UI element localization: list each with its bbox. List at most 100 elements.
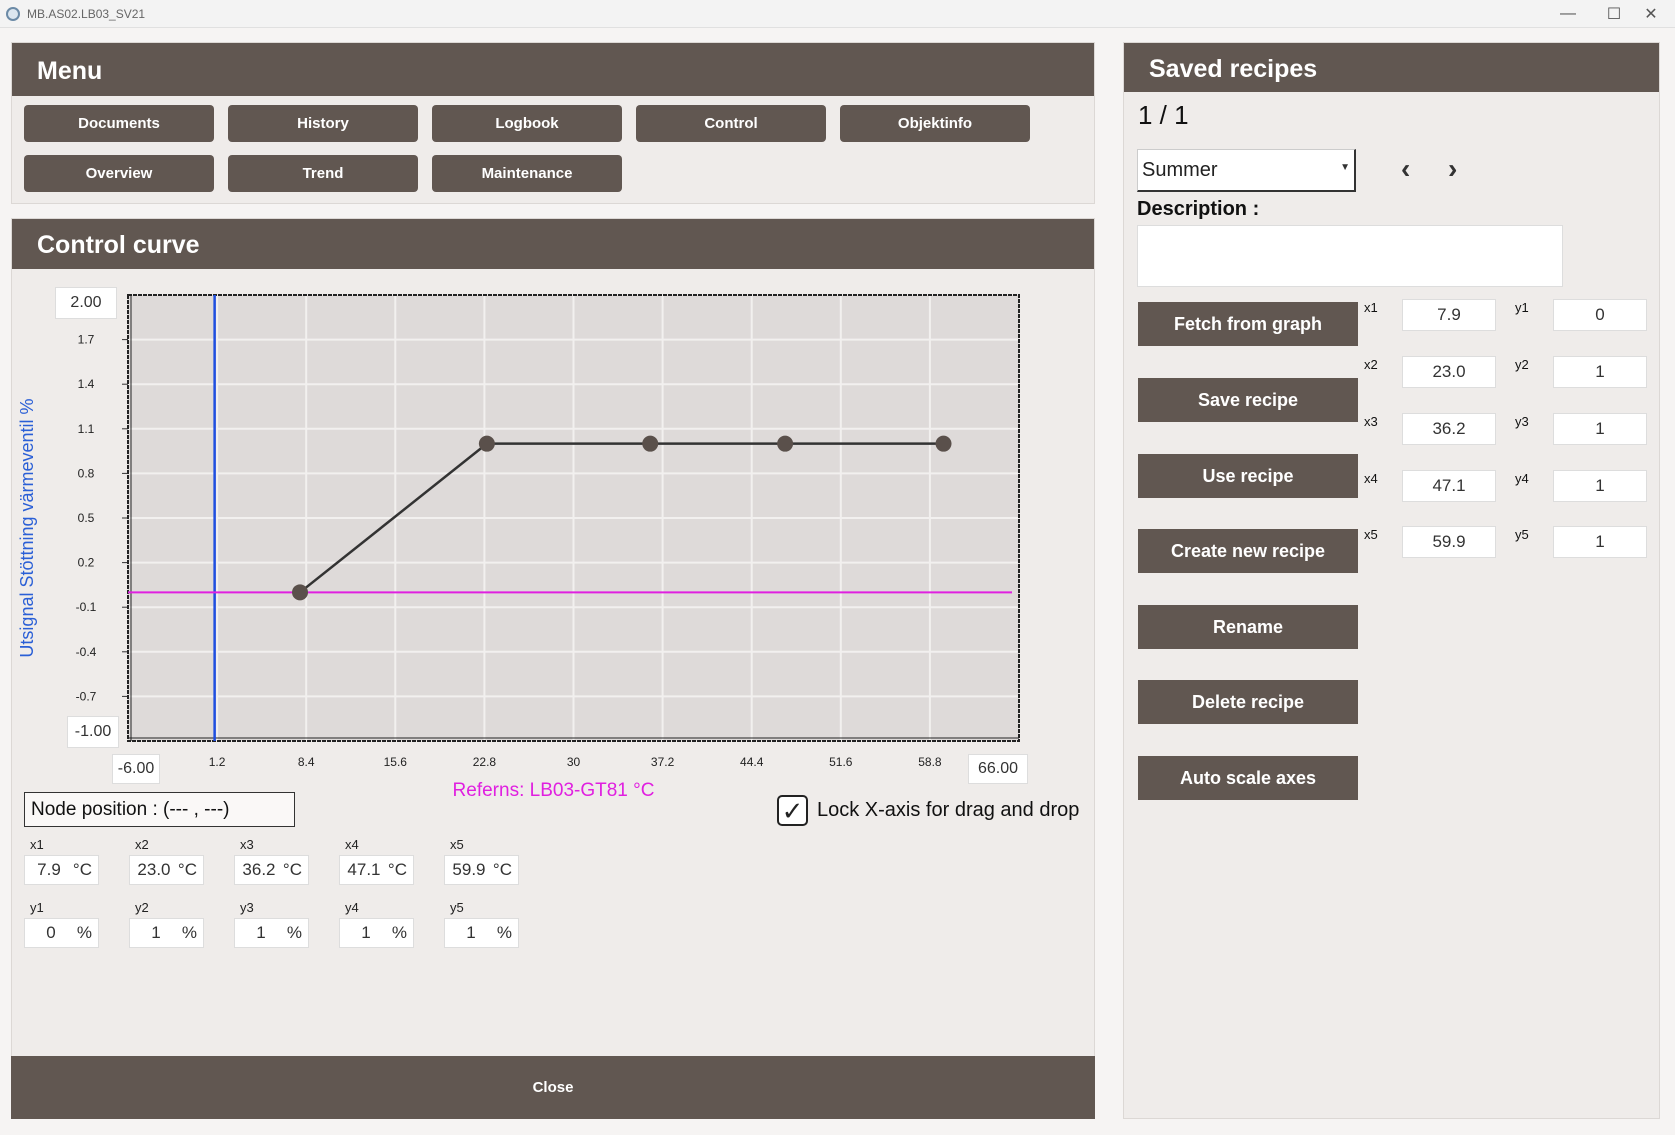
close-button[interactable]: Close — [11, 1056, 1095, 1119]
recipe-x2-input[interactable]: 23.0 — [1402, 356, 1496, 388]
recipe-y5-input[interactable]: 1 — [1553, 526, 1647, 558]
y4-input[interactable]: 1% — [339, 918, 414, 948]
recipe-select[interactable]: Summer ▼ — [1137, 149, 1356, 192]
y-tick-label: 1.4 — [78, 377, 95, 391]
create-new-recipe-button[interactable]: Create new recipe — [1138, 529, 1358, 573]
x5-input[interactable]: 59.9 °C — [444, 855, 519, 885]
x4-unit: °C — [387, 860, 407, 879]
recipe-y2-input[interactable]: 1 — [1553, 356, 1647, 388]
save-recipe-button[interactable]: Save recipe — [1138, 378, 1358, 422]
recipe-y1-input[interactable]: 0 — [1553, 299, 1647, 331]
recipe-x5-input[interactable]: 59.9 — [1402, 526, 1496, 558]
x1-input[interactable]: 7.9 °C — [24, 855, 99, 885]
recipe-x3-label: x3 — [1364, 414, 1378, 429]
window-titlebar: MB.AS02.LB03_SV21 — ☐ ✕ — [0, 0, 1675, 28]
x-axis-min-field[interactable]: -6.00 — [112, 754, 160, 784]
curve-node-4[interactable] — [777, 435, 794, 452]
lock-x-axis-label: Lock X-axis for drag and drop — [817, 799, 1080, 821]
control-button[interactable]: Control — [636, 105, 826, 142]
y2-input[interactable]: 1% — [129, 918, 204, 948]
y-tick-label: 1.1 — [78, 422, 95, 436]
y-axis-max-field[interactable]: 2.00 — [55, 287, 117, 319]
y3-input[interactable]: 1% — [234, 918, 309, 948]
recipe-x1-input[interactable]: 7.9 — [1402, 299, 1496, 331]
y4-label: y4 — [345, 900, 359, 915]
curve-node-3[interactable] — [642, 435, 659, 452]
control-curve-panel: Control curve 1.2 8.4 15.6 22.8 30 37.2 44.4 51… — [11, 218, 1095, 1118]
recipe-select-value: Summer — [1142, 158, 1218, 181]
checkbox-icon[interactable]: ✓ — [777, 795, 808, 826]
trend-button[interactable]: Trend — [228, 155, 418, 192]
previous-recipe-icon[interactable]: ‹ — [1401, 153, 1410, 185]
saved-recipes-panel: Saved recipes 1 / 1 Summer ▼ ‹ › Descrip… — [1123, 42, 1660, 1119]
x-axis-max-field[interactable]: 66.00 — [968, 754, 1028, 784]
x3-input[interactable]: 36.2 °C — [234, 855, 309, 885]
menu-panel: Menu Documents History Logbook Control O… — [11, 42, 1095, 204]
recipe-y3-label: y3 — [1515, 414, 1529, 429]
y1-label: y1 — [30, 900, 44, 915]
x1-unit: °C — [72, 860, 92, 879]
recipe-y4-label: y4 — [1515, 471, 1529, 486]
curve-node-1[interactable] — [292, 584, 309, 601]
rename-button[interactable]: Rename — [1138, 605, 1358, 649]
logbook-button[interactable]: Logbook — [432, 105, 622, 142]
saved-recipes-header: Saved recipes — [1124, 43, 1659, 92]
objektinfo-button[interactable]: Objektinfo — [840, 105, 1030, 142]
minimize-icon[interactable]: — — [1545, 0, 1591, 28]
x-tick-label: 51.6 — [829, 755, 853, 769]
recipe-x3-input[interactable]: 36.2 — [1402, 413, 1496, 445]
x1-value: 7.9 — [37, 860, 61, 879]
x-tick-label: 44.4 — [740, 755, 764, 769]
use-recipe-button[interactable]: Use recipe — [1138, 454, 1358, 498]
y-tick-label: 0.5 — [78, 511, 95, 525]
app-icon — [6, 7, 20, 21]
y1-input[interactable]: 0% — [24, 918, 99, 948]
x4-value: 47.1 — [347, 860, 381, 879]
documents-button[interactable]: Documents — [24, 105, 214, 142]
x-tick-label: 8.4 — [298, 755, 315, 769]
y-axis-title: Utsignal Stöttning värmeventil % — [17, 398, 37, 657]
y-tick-label: 0.2 — [78, 556, 95, 570]
x-axis-title: Referns: LB03-GT81 °C — [453, 780, 655, 799]
next-recipe-icon[interactable]: › — [1448, 153, 1457, 185]
recipe-x5-label: x5 — [1364, 527, 1378, 542]
recipe-y3-input[interactable]: 1 — [1553, 413, 1647, 445]
y2-unit: % — [181, 923, 197, 942]
delete-recipe-button[interactable]: Delete recipe — [1138, 680, 1358, 724]
y-tick-label: -0.7 — [76, 689, 97, 703]
y2-label: y2 — [135, 900, 149, 915]
x-tick-label: 58.8 — [918, 755, 942, 769]
maintenance-button[interactable]: Maintenance — [432, 155, 622, 192]
overview-button[interactable]: Overview — [24, 155, 214, 192]
recipe-y2-label: y2 — [1515, 357, 1529, 372]
lock-x-axis-toggle[interactable]: ✓ Lock X-axis for drag and drop — [777, 795, 1079, 826]
y3-value: 1 — [256, 923, 266, 942]
x-tick-label: 22.8 — [473, 755, 497, 769]
x2-input[interactable]: 23.0 °C — [129, 855, 204, 885]
close-window-icon[interactable]: ✕ — [1628, 0, 1674, 28]
x4-input[interactable]: 47.1 °C — [339, 855, 414, 885]
description-input[interactable] — [1137, 225, 1563, 287]
x2-unit: °C — [177, 860, 197, 879]
x3-label: x3 — [240, 837, 254, 852]
x-tick-label: 37.2 — [651, 755, 675, 769]
recipe-x1-label: x1 — [1364, 300, 1378, 315]
dropdown-arrow-icon: ▼ — [1340, 162, 1350, 173]
recipe-x4-input[interactable]: 47.1 — [1402, 470, 1496, 502]
recipe-x2-label: x2 — [1364, 357, 1378, 372]
x1-label: x1 — [30, 837, 44, 852]
x5-label: x5 — [450, 837, 464, 852]
y1-unit: % — [76, 923, 92, 942]
y5-unit: % — [496, 923, 512, 942]
x-tick-label: 30 — [567, 755, 581, 769]
control-curve-chart[interactable]: 1.2 8.4 15.6 22.8 30 37.2 44.4 51.6 58.8 1.7 1.4 1.… — [12, 219, 1096, 799]
curve-node-2[interactable] — [478, 435, 495, 452]
y5-input[interactable]: 1% — [444, 918, 519, 948]
auto-scale-axes-button[interactable]: Auto scale axes — [1138, 756, 1358, 800]
y-axis-min-field[interactable]: -1.00 — [67, 716, 119, 748]
history-button[interactable]: History — [228, 105, 418, 142]
fetch-from-graph-button[interactable]: Fetch from graph — [1138, 302, 1358, 346]
y-tick-label: -0.4 — [76, 645, 97, 659]
curve-node-5[interactable] — [935, 435, 952, 452]
recipe-y4-input[interactable]: 1 — [1553, 470, 1647, 502]
